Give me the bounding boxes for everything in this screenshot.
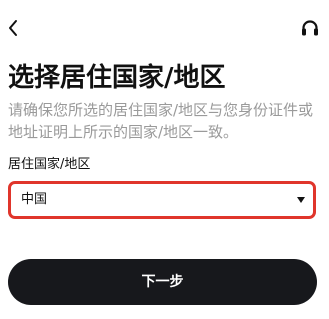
next-button[interactable]: 下一步 (8, 259, 317, 305)
country-select-value: 中国 (21, 192, 48, 207)
support-button[interactable] (296, 14, 324, 42)
chevron-left-icon (9, 20, 17, 36)
country-select[interactable]: 中国 (8, 181, 316, 219)
caret-down-icon (297, 197, 305, 203)
next-button-label: 下一步 (141, 274, 184, 290)
page-description: 请确保您所选的居住国家/地区与您身份证件或地址证明上所示的国家/地区一致。 (8, 101, 314, 141)
page-title: 选择居住国家/地区 (8, 63, 226, 93)
country-field-label: 居住国家/地区 (8, 157, 91, 172)
headset-icon (302, 20, 318, 36)
select-residence-page: 选择居住国家/地区 请确保您所选的居住国家/地区与您身份证件或地址证明上所示的国… (0, 0, 329, 319)
back-button[interactable] (2, 14, 24, 42)
